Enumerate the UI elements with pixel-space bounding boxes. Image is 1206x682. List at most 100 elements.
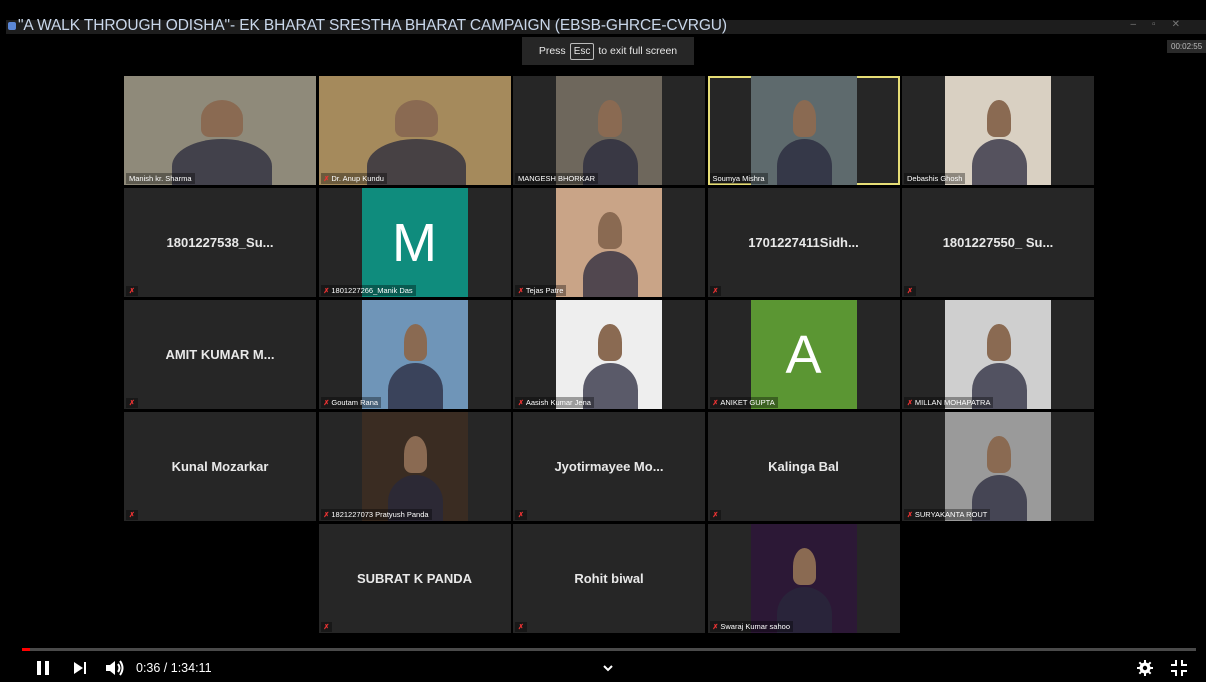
participant-tile[interactable]: MANGESH BHORKAR (513, 76, 705, 185)
participant-label: ✗ Tejas Patre (515, 285, 567, 296)
participant-body (971, 139, 1027, 185)
participant-video (556, 300, 662, 409)
time-display: 0:36 / 1:34:11 (136, 661, 212, 675)
participant-avatar: M (361, 188, 468, 297)
participant-label: ✗ 1821227073 Pratyush Panda (320, 509, 432, 520)
participant-label: ✗ Dr. Anup Kundu (320, 173, 387, 184)
participant-label: ✗ (515, 510, 527, 520)
participant-label: ✗ (126, 398, 138, 408)
esc-key-badge: Esc (569, 42, 595, 60)
mic-muted-icon: ✗ (323, 287, 330, 295)
collapse-button[interactable] (602, 660, 614, 678)
participant-tile[interactable]: ✗ Tejas Patre (513, 188, 705, 297)
window-controls[interactable]: –▫✕ (1131, 19, 1197, 30)
participant-name: SUBRAT K PANDA (356, 571, 473, 586)
chevron-down-icon (603, 665, 613, 672)
fullscreen-hint-text: to exit full screen (598, 45, 678, 57)
mic-muted-icon: ✗ (518, 624, 524, 631)
participant-video (556, 76, 662, 185)
participant-head (792, 547, 817, 586)
participant-tile[interactable]: ✗ MILLAN MOHAPATRA (902, 300, 1094, 409)
participant-label-text: 1801227266_Manik Das (331, 286, 413, 295)
participant-tile[interactable]: Jyotirmayee Mo... ✗ (513, 412, 705, 521)
app-icon (8, 22, 16, 30)
participant-label: ✗ (320, 622, 333, 632)
participant-label-text: Debashis Ghosh (907, 174, 963, 183)
participant-name: 1801227550_ Su... (942, 235, 1054, 250)
participant-tile[interactable]: M ✗ 1801227266_Manik Das (318, 188, 511, 297)
participant-label: Soumya Mishra (709, 173, 768, 184)
participant-video (945, 300, 1051, 409)
mic-muted-icon: ✗ (323, 399, 330, 407)
participant-tile[interactable]: ✗ SURYAKANTA ROUT (902, 412, 1094, 521)
participant-label: Debashis Ghosh (904, 173, 966, 184)
mic-muted-icon: ✗ (907, 399, 913, 407)
fullscreen-hint: Press Esc to exit full screen (522, 37, 694, 65)
participant-tile[interactable]: 1801227550_ Su... ✗ (902, 188, 1094, 297)
mic-muted-icon: ✗ (518, 512, 524, 519)
player-window: "A WALK THROUGH ODISHA"- EK BHARAT SREST… (0, 0, 1206, 679)
participant-label-text: ANIKET GUPTA (720, 398, 775, 407)
participant-label: ✗ (709, 510, 722, 520)
participant-tile[interactable]: Manish kr. Sharma (124, 76, 316, 185)
mic-muted-icon: ✗ (129, 400, 135, 407)
participant-label-text: Soumya Mishra (712, 174, 765, 183)
participant-label: ✗ (126, 510, 138, 520)
participant-name: Rohit biwal (574, 571, 644, 586)
participant-tile[interactable]: 1801227538_Su... ✗ (124, 188, 316, 297)
participant-head (403, 323, 428, 362)
participant-label-text: Manish kr. Sharma (129, 174, 192, 183)
mic-muted-icon: ✗ (712, 399, 719, 407)
mic-muted-icon: ✗ (907, 288, 913, 295)
participant-tile[interactable]: Rohit biwal ✗ (513, 524, 705, 633)
volume-icon (106, 660, 124, 676)
participant-tile[interactable]: ✗ Aasish Kumar Jena (513, 300, 705, 409)
participant-video (361, 300, 468, 409)
participant-tile[interactable]: SUBRAT K PANDA ✗ (318, 524, 511, 633)
participant-tile[interactable]: Kunal Mozarkar ✗ (124, 412, 316, 521)
participant-head (987, 99, 1011, 138)
participant-name: Jyotirmayee Mo... (554, 459, 664, 474)
participant-tile[interactable]: Debashis Ghosh (902, 76, 1094, 185)
participant-tile[interactable]: A ✗ ANIKET GUPTA (707, 300, 900, 409)
participant-label: ✗ ANIKET GUPTA (709, 397, 778, 408)
participant-label-text: SURYAKANTA ROUT (914, 510, 988, 519)
participant-head (792, 99, 817, 138)
participant-head (395, 99, 438, 138)
participant-video (945, 412, 1051, 521)
participant-label: ✗ Swaraj Kumar sahoo (709, 621, 793, 632)
mic-muted-icon: ✗ (712, 288, 719, 295)
participant-video (361, 412, 468, 521)
participant-label-text: Aasish Kumar Jena (525, 398, 591, 407)
participant-head (987, 435, 1011, 474)
mic-muted-icon: ✗ (129, 512, 135, 519)
mic-muted-icon: ✗ (518, 287, 524, 295)
next-button[interactable] (72, 661, 88, 680)
participant-label: ✗ 1801227266_Manik Das (320, 285, 416, 296)
mic-muted-icon: ✗ (518, 399, 524, 407)
participant-tile[interactable]: Kalinga Bal ✗ (707, 412, 900, 521)
participant-tile[interactable]: ✗ Dr. Anup Kundu (318, 76, 511, 185)
participant-video (750, 76, 857, 185)
participant-video (750, 524, 857, 633)
participant-label: Manish kr. Sharma (126, 173, 195, 184)
participant-tile[interactable]: ✗ Swaraj Kumar sahoo (707, 524, 900, 633)
participant-label-text: 1821227073 Pratyush Panda (331, 510, 429, 519)
mic-muted-icon: ✗ (323, 175, 330, 183)
participant-label: ✗ MILLAN MOHAPATRA (904, 397, 994, 408)
participant-tile[interactable]: ✗ 1821227073 Pratyush Panda (318, 412, 511, 521)
participant-avatar: A (750, 300, 857, 409)
participant-head (403, 435, 428, 474)
participant-tile[interactable]: AMIT KUMAR M... ✗ (124, 300, 316, 409)
participant-head (598, 211, 622, 250)
pause-button[interactable] (34, 660, 52, 681)
participant-label-text: Swaraj Kumar sahoo (720, 622, 790, 631)
participant-tile[interactable]: 1701227411Sidh... ✗ (707, 188, 900, 297)
participant-name: 1801227538_Su... (166, 235, 274, 250)
progress-bar[interactable] (22, 648, 1196, 651)
participant-tile[interactable]: ✗ Goutam Rana (318, 300, 511, 409)
participant-name: Kunal Mozarkar (171, 459, 269, 474)
participant-head (598, 323, 622, 362)
participant-label: ✗ (515, 622, 527, 632)
participant-tile[interactable]: Soumya Mishra (707, 76, 900, 185)
